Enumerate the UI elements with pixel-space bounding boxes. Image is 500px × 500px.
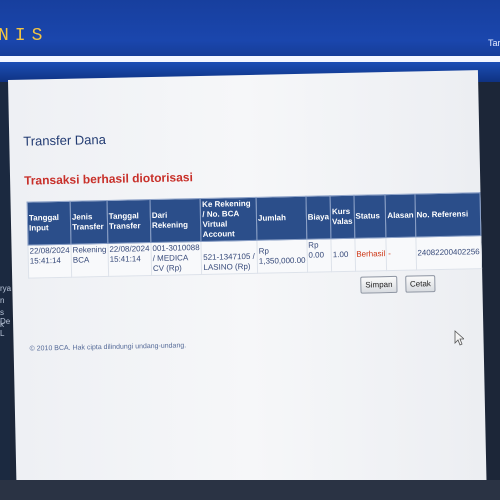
success-message: Transaksi berhasil diotorisasi <box>23 170 193 188</box>
screen-bezel <box>0 480 500 500</box>
header-right-text: Tar <box>488 38 500 48</box>
screen: NIS Tar rya n s De k L Transfer Dana Tra… <box>0 0 500 500</box>
simpan-button[interactable]: Simpan <box>360 275 398 294</box>
copyright-footer: © 2010 BCA. Hak cipta dilindungi undang-… <box>29 342 187 353</box>
column-header: Kurs Valas <box>330 195 355 239</box>
column-header: Ke Rekening / No. BCA Virtual Account <box>200 197 257 242</box>
sidebar-fragment[interactable]: rya <box>0 284 11 293</box>
column-header: Status <box>353 194 387 239</box>
action-buttons: Simpan Cetak <box>360 273 439 294</box>
mouse-cursor-icon <box>454 330 464 346</box>
cell-jumlah: Rp 1,350,000.00 <box>256 239 308 274</box>
cell-no-referensi: 24082200402256 <box>415 235 482 270</box>
column-header: No. Referensi <box>414 192 481 237</box>
cell-ke-rekening: 521-1347105 / LASINO (Rp) <box>201 240 258 275</box>
top-banner: NIS Tar <box>0 0 500 58</box>
sidebar-fragment[interactable]: n <box>0 296 4 305</box>
cell-alasan: - <box>386 236 417 271</box>
brand-logo: NIS <box>0 26 49 46</box>
column-header: Tanggal Input <box>27 201 71 246</box>
column-header: Jenis Transfer <box>70 200 108 245</box>
page-title: Transfer Dana <box>23 131 107 149</box>
cell-jenis-transfer: Rekening BCA <box>70 243 109 278</box>
sidebar-fragment[interactable]: k L <box>0 320 10 338</box>
cell-tanggal-input: 22/08/2024 15:41:14 <box>27 244 72 279</box>
cell-tanggal-transfer: 22/08/2024 15:41:14 <box>107 242 152 277</box>
cell-dari-rekening: 001-3010088 / MEDICA CV (Rp) <box>150 241 203 276</box>
main-content: Transfer Dana Transaksi berhasil diotori… <box>8 70 487 500</box>
column-header: Alasan <box>385 194 416 238</box>
column-header: Jumlah <box>256 196 307 241</box>
cell-status: Berhasil <box>354 237 388 272</box>
cetak-button[interactable]: Cetak <box>404 275 437 293</box>
column-header: Biaya <box>305 195 331 240</box>
column-header: Dari Rekening <box>149 198 202 243</box>
cell-biaya: Rp 0.00 <box>306 238 332 273</box>
transfer-table: Tanggal Input Jenis Transfer Tanggal Tra… <box>27 192 483 279</box>
column-header: Tanggal Transfer <box>106 199 151 244</box>
cell-kurs: 1.00 <box>330 238 356 272</box>
